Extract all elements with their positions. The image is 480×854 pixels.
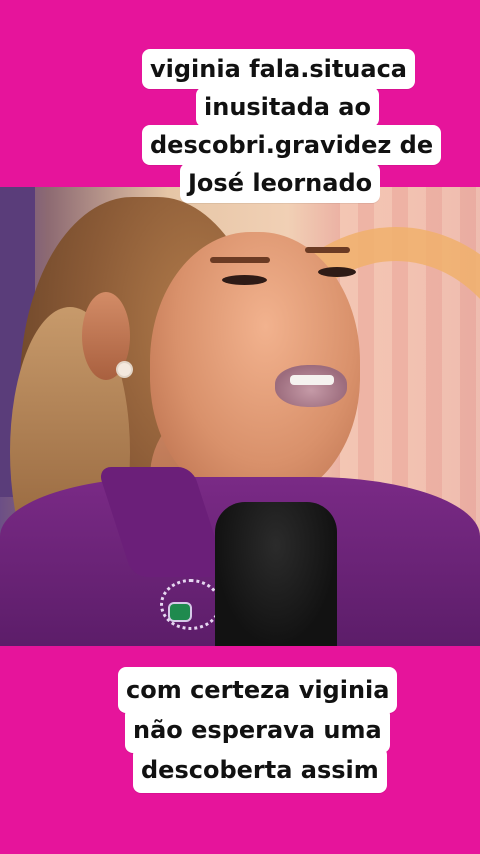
- earring: [118, 363, 131, 376]
- top-caption-line-1: viginia fala.situaca: [142, 49, 416, 89]
- teeth: [290, 375, 334, 385]
- necklace: [160, 579, 221, 630]
- lips: [275, 365, 347, 407]
- bottom-caption-line-3: descoberta assim: [133, 747, 387, 793]
- top-caption-line-4: José leornado: [180, 163, 381, 203]
- left-eyebrow: [210, 257, 270, 263]
- pendant: [170, 604, 190, 620]
- top-caption-line-2: inusitada ao: [196, 87, 379, 127]
- video-frame[interactable]: [0, 187, 480, 646]
- top-caption-line-3: descobri.gravidez de: [142, 125, 442, 165]
- right-eye: [318, 267, 356, 277]
- right-eyebrow: [305, 247, 350, 253]
- microphone: [215, 502, 337, 646]
- left-eye: [222, 275, 267, 285]
